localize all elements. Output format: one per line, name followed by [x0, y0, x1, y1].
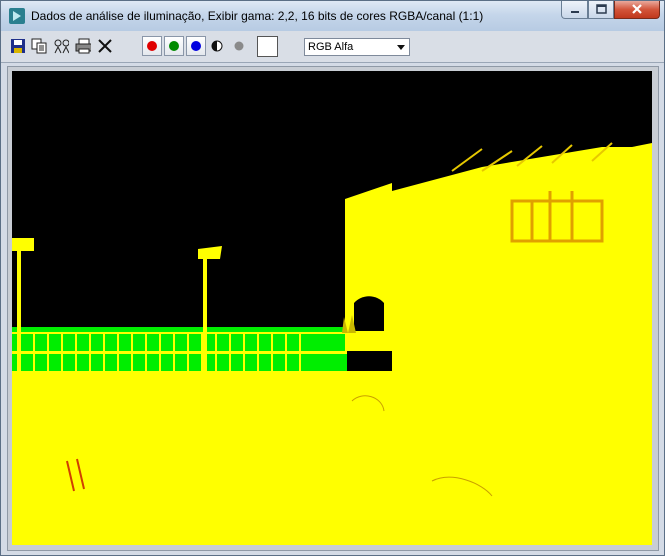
- toolbar: RGB Alfa: [1, 31, 664, 63]
- copy-icon[interactable]: [31, 38, 47, 54]
- clear-icon[interactable]: [97, 38, 113, 54]
- close-icon: [631, 1, 643, 19]
- color-swatch[interactable]: [257, 36, 278, 57]
- blue-dot-icon: [191, 41, 201, 51]
- red-channel-button[interactable]: [142, 36, 162, 56]
- half-circle-icon[interactable]: [209, 38, 225, 54]
- app-icon: [9, 8, 25, 24]
- channel-select-value: RGB Alfa: [308, 41, 354, 53]
- minimize-button[interactable]: [561, 1, 588, 19]
- maximize-icon: [595, 1, 607, 19]
- green-channel-button[interactable]: [164, 36, 184, 56]
- gray-dot-icon[interactable]: [231, 38, 247, 54]
- close-button[interactable]: [614, 1, 660, 19]
- print-icon[interactable]: [75, 38, 91, 54]
- maximize-button[interactable]: [588, 1, 614, 19]
- blue-channel-button[interactable]: [186, 36, 206, 56]
- chevron-down-icon: [393, 39, 409, 55]
- red-dot-icon: [147, 41, 157, 51]
- save-icon[interactable]: [10, 38, 26, 54]
- render-image: [12, 71, 652, 545]
- clone-icon[interactable]: [53, 38, 69, 54]
- window-title: Dados de análise de iluminação, Exibir g…: [31, 9, 484, 23]
- illumination-analysis-image: [12, 71, 652, 545]
- green-dot-icon: [169, 41, 179, 51]
- title-bar[interactable]: Dados de análise de iluminação, Exibir g…: [1, 1, 664, 32]
- minimize-icon: [570, 1, 580, 19]
- channel-select[interactable]: RGB Alfa: [304, 38, 410, 56]
